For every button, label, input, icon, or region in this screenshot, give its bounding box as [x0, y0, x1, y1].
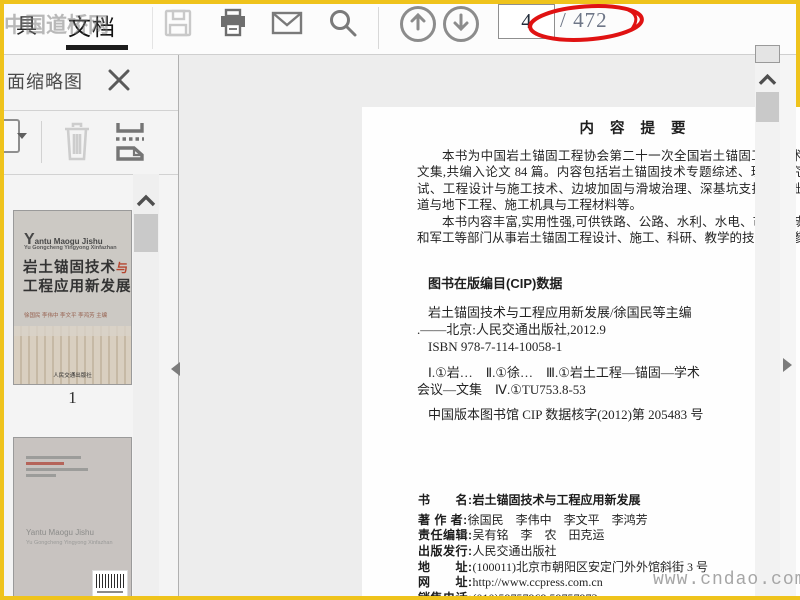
close-icon: [106, 67, 132, 98]
document-viewer-window: 具 文档 4 / 472 中国道桥网 面缩略图 Yantu Maogu Jish…: [0, 0, 800, 600]
barcode: [92, 570, 128, 596]
trash-icon: [61, 121, 93, 168]
panel-title: 面缩略图: [7, 72, 83, 92]
toolbar-separator: [378, 7, 379, 49]
cip-line: 岩土锚固技术与工程应用新发展/徐国民等主编: [428, 305, 692, 320]
search-button[interactable]: [327, 8, 359, 42]
cip-block: 图书在版编目(CIP)数据 岩土锚固技术与工程应用新发展/徐国民等主编 .——北…: [417, 273, 800, 423]
search-icon: [328, 8, 358, 43]
cip-line: ISBN 978-7-114-10058-1: [428, 339, 563, 354]
barcode-number: [97, 591, 123, 593]
toolbar: 具 文档 4 / 472: [4, 4, 796, 55]
print-icon: [218, 8, 248, 43]
content-summary: 内 容 提 要 本书为中国岩土锚固工程协会第二十一次全国岩土锚固工程学术研讨会论…: [417, 117, 800, 246]
expand-right-panel-arrow[interactable]: [783, 358, 792, 372]
cover-photo: 人民交通出版社: [14, 326, 131, 384]
page-down-icon: [450, 11, 472, 38]
delete-page-button[interactable]: [61, 121, 93, 168]
document-page: 内 容 提 要 本书为中国岩土锚固工程协会第二十一次全国岩土锚固工程学术研讨会论…: [362, 107, 800, 596]
colophon-row: 责任编辑:吴有铭 李 农 田克运: [418, 528, 605, 543]
colophon-block: 书 名:岩土锚固技术与工程应用新发展 著 作 者:徐国民 李伟中 李文平 李鸿芳…: [418, 493, 800, 596]
thumbnail-page-number: 1: [68, 388, 77, 407]
cover-pinyin-subtitle: Yu Gongcheng Yingyong Xinfazhan: [24, 245, 117, 251]
toolbar-separator: [41, 121, 42, 163]
back-cover-text-line: [26, 456, 81, 459]
collapse-sidebar-arrow[interactable]: [171, 362, 180, 376]
cover-title: 岩土锚固技术与 工程应用新发展: [23, 260, 132, 295]
cip-line: .——北京:人民交通出版社,2012.9: [417, 322, 606, 337]
cover-title-accent: 与: [116, 261, 130, 275]
email-icon: [271, 9, 303, 42]
summary-paragraph: 本书为中国岩土锚固工程协会第二十一次全国岩土锚固工程学术研讨会论文集,共编入论文…: [417, 149, 800, 213]
colophon-row: 书 名:岩土锚固技术与工程应用新发展: [418, 493, 641, 507]
colophon-row: 地 址:(100011)北京市朝阳区安定门外外馆斜街 3 号: [418, 559, 709, 574]
back-cover-text-line: [26, 474, 56, 477]
back-cover-text-line: [26, 468, 88, 471]
sidebar-scrollbar[interactable]: [133, 174, 159, 596]
chevron-down-icon[interactable]: [17, 133, 27, 139]
scroll-up-button[interactable]: [758, 73, 777, 91]
tab-document[interactable]: 文档: [68, 8, 116, 42]
page-number-input[interactable]: [498, 4, 555, 39]
cover-publisher: 人民交通出版社: [53, 373, 92, 379]
summary-title: 内 容 提 要: [579, 121, 692, 137]
chevron-up-icon: [136, 194, 156, 211]
cip-classification: 会议—文集 Ⅳ.①TU753.8-53: [417, 382, 586, 397]
email-button[interactable]: [271, 8, 303, 42]
split-page-button[interactable]: [112, 121, 148, 166]
colophon-row: 出版发行:人民交通出版社: [418, 544, 557, 559]
document-area: 内 容 提 要 本书为中国岩土锚固工程协会第二十一次全国岩土锚固工程学术研讨会论…: [179, 55, 800, 596]
document-scrollbar[interactable]: [755, 45, 780, 596]
page-down-button[interactable]: [443, 6, 479, 42]
save-button[interactable]: [162, 8, 194, 42]
back-cover-text-line: [26, 462, 64, 465]
colophon-row: 网 址:http://www.ccpress.com.cn: [418, 575, 603, 590]
thumbnail-page-2[interactable]: Yantu Maogu Jishu Yu Gongcheng Yingyong …: [13, 437, 132, 596]
save-icon: [163, 8, 193, 43]
right-edge-strip: [780, 55, 796, 596]
cip-record: 中国版本图书馆 CIP 数据核字(2012)第 205483 号: [428, 407, 704, 422]
colophon-row: 销售电话:(010)59757969,59757973: [418, 591, 800, 596]
scrollbar-thumb[interactable]: [134, 214, 158, 252]
cover-authors: 徐国民 李伟中 李文平 李鸿芳 主编: [24, 313, 108, 319]
thumbnail-panel-header: 面缩略图: [4, 55, 178, 111]
thumbnail-panel: 面缩略图 Yantu Maogu Jishu Yu Gongcheng Ying…: [4, 55, 179, 596]
tab-tools[interactable]: 具: [16, 10, 37, 40]
cip-heading: 图书在版编目(CIP)数据: [428, 276, 563, 291]
thumbnail-page-1[interactable]: Yantu Maogu Jishu Yu Gongcheng Yingyong …: [13, 210, 132, 385]
page-up-button[interactable]: [400, 6, 436, 42]
summary-paragraph: 本书内容丰富,实用性强,可供铁路、公路、水利、水电、市政、城建、地矿和军工等部门…: [417, 214, 800, 246]
cip-classification: Ⅰ.①岩… Ⅱ.①徐… Ⅲ.①岩土工程—锚固—学术: [428, 365, 700, 380]
scroll-up-button[interactable]: [136, 194, 156, 212]
thumbnail-toolbar: [4, 111, 178, 175]
chevron-up-icon: [758, 73, 777, 90]
back-cover-pinyin-subtitle: Yu Gongcheng Yingyong Xinfazhan: [26, 540, 113, 546]
colophon-row: 著 作 者:徐国民 李伟中 李文平 李鸿芳: [418, 512, 648, 527]
active-tab-underline: [66, 45, 128, 50]
print-button[interactable]: [217, 8, 249, 42]
cover-photo-band: [14, 326, 131, 336]
split-page-icon: [112, 121, 148, 166]
page-up-icon: [407, 11, 429, 38]
close-panel-button[interactable]: [104, 67, 134, 97]
barcode-bars: [96, 574, 124, 588]
scrollbar-top-box: [755, 45, 780, 63]
back-cover-pinyin-title: Yantu Maogu Jishu: [26, 528, 94, 537]
page-total-label: / 472: [560, 8, 608, 32]
toolbar-separator: [152, 7, 153, 49]
scrollbar-thumb[interactable]: [756, 92, 779, 122]
